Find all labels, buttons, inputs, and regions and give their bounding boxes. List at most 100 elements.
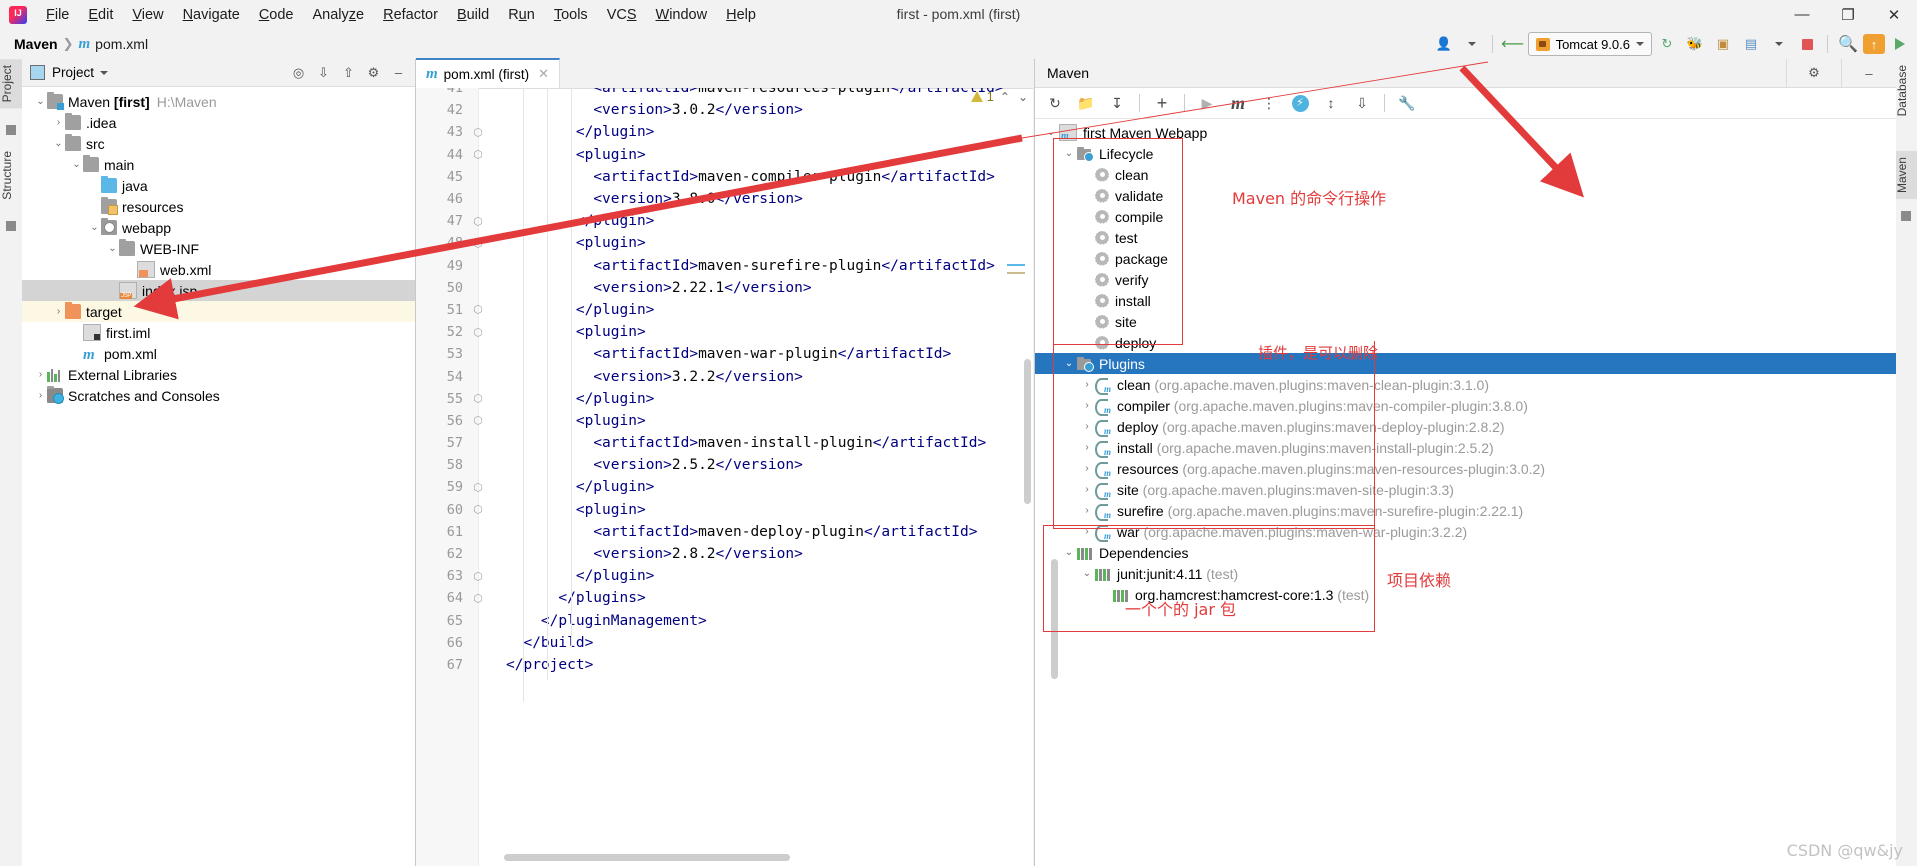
tree-expander-icon[interactable]: › — [1079, 505, 1095, 516]
code-fold-icon[interactable]: ⬡ — [472, 126, 484, 139]
project-tree-item-resources[interactable]: resources — [22, 196, 415, 217]
maven-goal-install[interactable]: install — [1035, 290, 1896, 311]
code-text[interactable]: 41 <artifactId>maven-resources-plugin</a… — [416, 88, 1033, 866]
code-fold-icon[interactable]: ⬡ — [472, 237, 484, 250]
tree-expander-icon[interactable]: ⌄ — [88, 222, 101, 233]
run-configuration-selector[interactable]: Tomcat 9.0.6 — [1527, 32, 1652, 56]
menu-help[interactable]: Help — [717, 4, 765, 26]
search-icon[interactable]: 🔍 — [1835, 32, 1861, 56]
code-fold-icon[interactable]: ⬡ — [472, 503, 484, 516]
tree-expander-icon[interactable]: › — [34, 390, 47, 401]
minimize-icon[interactable]: – — [387, 62, 410, 84]
execute-goal-icon[interactable]: m — [1224, 91, 1252, 115]
maven-plugin-war[interactable]: › m war (org.apache.maven.plugins:maven-wa… — [1035, 521, 1896, 542]
run-icon[interactable]: ▶ — [1193, 91, 1221, 115]
maven-goal-verify[interactable]: verify — [1035, 269, 1896, 290]
next-warning-icon[interactable]: ⌄ — [1016, 90, 1030, 104]
project-tree-item-java[interactable]: java — [22, 175, 415, 196]
refresh-icon[interactable]: ↻ — [1041, 91, 1069, 115]
tree-expander-icon[interactable]: ⌄ — [52, 138, 65, 149]
tree-expander-icon[interactable]: › — [1079, 442, 1095, 453]
menu-edit[interactable]: Edit — [79, 4, 122, 26]
tool-tab-structure[interactable]: Structure — [0, 145, 22, 206]
coverage-icon[interactable]: ▣ — [1710, 32, 1736, 56]
window-controls[interactable]: — ❐ ✕ — [1779, 0, 1917, 29]
tree-expander-icon[interactable]: ⌄ — [1043, 127, 1059, 138]
maven-plugin-compiler[interactable]: › m compiler (org.apache.maven.plugins:mav… — [1035, 395, 1896, 416]
stop-icon[interactable] — [1794, 32, 1820, 56]
code-fold-icon[interactable]: ⬡ — [472, 148, 484, 161]
maven-node-dependencies[interactable]: ⌄ Dependencies — [1035, 542, 1896, 563]
tree-expander-icon[interactable]: › — [1079, 421, 1095, 432]
editor-tab-pom-xml[interactable]: m pom.xml (first) ✕ — [416, 58, 561, 88]
tree-expander-icon[interactable]: › — [52, 306, 65, 317]
maven-minimize-icon[interactable]: – — [1841, 59, 1896, 87]
tree-expander-icon[interactable]: › — [1079, 400, 1095, 411]
chevron-down-icon-2[interactable] — [1766, 32, 1792, 56]
tree-expander-icon[interactable]: › — [1079, 526, 1095, 537]
close-button[interactable]: ✕ — [1871, 0, 1917, 29]
breadcrumb-file[interactable]: pom.xml — [95, 36, 148, 52]
tool-tab-database[interactable]: Database — [1895, 59, 1917, 122]
hammer-icon[interactable]: ⟵ — [1500, 32, 1526, 56]
maven-goal-site[interactable]: site — [1035, 311, 1896, 332]
maven-node-lifecycle[interactable]: ⌄ Lifecycle — [1035, 143, 1896, 164]
code-fold-icon[interactable]: ⬡ — [472, 570, 484, 583]
maven-dependency-junit-junit-4-11[interactable]: ⌄ junit:junit:4.11 (test) — [1035, 563, 1896, 584]
gear-icon[interactable]: ⚙ — [362, 62, 385, 84]
tree-expander-icon[interactable]: ⌄ — [1079, 568, 1095, 579]
menu-code[interactable]: Code — [250, 4, 303, 26]
run-icon[interactable] — [1887, 32, 1913, 56]
code-fold-icon[interactable]: ⬡ — [472, 215, 484, 228]
tree-expander-icon[interactable]: › — [1079, 484, 1095, 495]
project-tree-item-webapp[interactable]: ⌄ webapp — [22, 217, 415, 238]
add-icon[interactable]: + — [1148, 91, 1176, 115]
update-icon[interactable]: ↑ — [1863, 34, 1885, 54]
maven-goal-deploy[interactable]: deploy — [1035, 332, 1896, 353]
inspection-widget[interactable]: 1 ⌃ ⌄ — [970, 89, 1030, 104]
profiler-icon[interactable]: ▤ — [1738, 32, 1764, 56]
tree-expander-icon[interactable]: › — [1079, 379, 1095, 390]
toggle-skip-tests-icon[interactable]: ⋮ — [1255, 91, 1283, 115]
menu-analyze[interactable]: Analyze — [304, 4, 374, 26]
menu-navigate[interactable]: Navigate — [174, 4, 249, 26]
maven-plugin-surefire[interactable]: › m surefire (org.apache.maven.plugins:mav… — [1035, 500, 1896, 521]
code-fold-icon[interactable]: ⬡ — [472, 392, 484, 405]
locate-icon[interactable]: ◎ — [287, 62, 310, 84]
menu-run[interactable]: Run — [499, 4, 544, 26]
chevron-down-icon[interactable] — [1459, 32, 1485, 56]
project-tree-item-external-libraries[interactable]: › External Libraries — [22, 364, 415, 385]
tree-expander-icon[interactable]: ⌄ — [106, 243, 119, 254]
tree-expander-icon[interactable]: › — [1079, 463, 1095, 474]
code-fold-icon[interactable]: ⬡ — [472, 481, 484, 494]
menu-file[interactable]: FFileile — [37, 4, 78, 26]
menu-build[interactable]: Build — [448, 4, 498, 26]
project-tree-item-index-jsp[interactable]: index.jsp — [22, 280, 415, 301]
code-fold-icon[interactable]: ⬡ — [472, 303, 484, 316]
maven-goal-compile[interactable]: compile — [1035, 206, 1896, 227]
breadcrumb[interactable]: Maven ❯ m pom.xml — [0, 36, 148, 53]
project-tree-item-web-inf[interactable]: ⌄ WEB-INF — [22, 238, 415, 259]
maven-plugin-resources[interactable]: › m resources (org.apache.maven.plugins:ma… — [1035, 458, 1896, 479]
project-tree-item-src[interactable]: ⌄ src — [22, 133, 415, 154]
close-icon[interactable]: ✕ — [538, 66, 549, 82]
maven-goal-clean[interactable]: clean — [1035, 164, 1896, 185]
project-tree-item-maven[interactable]: ⌄ Maven [first] H:\Maven — [22, 91, 415, 112]
settings-icon[interactable]: 🔧 — [1393, 91, 1421, 115]
project-tree-item-web-xml[interactable]: web.xml — [22, 259, 415, 280]
editor-vertical-scrollbar[interactable] — [1024, 359, 1031, 504]
menu-refactor[interactable]: Refactor — [374, 4, 447, 26]
tree-expander-icon[interactable]: ⌄ — [70, 159, 83, 170]
tool-tab-maven[interactable]: Maven — [1895, 151, 1917, 200]
code-fold-icon[interactable]: ⬡ — [472, 592, 484, 605]
menu-tools[interactable]: Tools — [545, 4, 597, 26]
code-fold-icon[interactable]: ⬡ — [472, 326, 484, 339]
project-tree[interactable]: ⌄ Maven [first] H:\Maven › .idea ⌄ src ⌄ main jav… — [22, 87, 415, 406]
minimize-button[interactable]: — — [1779, 0, 1825, 29]
debug-icon[interactable]: 🐝 — [1682, 32, 1708, 56]
maven-goal-test[interactable]: test — [1035, 227, 1896, 248]
collapse-all-icon[interactable]: ⇩ — [1348, 91, 1376, 115]
tree-expander-icon[interactable]: ⌄ — [1061, 358, 1077, 369]
maven-goal-package[interactable]: package — [1035, 248, 1896, 269]
menu-window[interactable]: Window — [647, 4, 717, 26]
